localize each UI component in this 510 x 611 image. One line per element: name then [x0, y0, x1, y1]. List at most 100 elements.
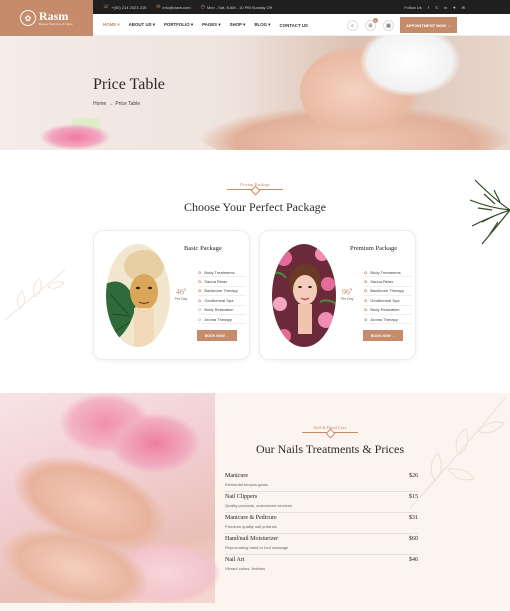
- package-name: Basic Package: [184, 245, 222, 252]
- cart-button[interactable]: ⊞ 0: [365, 18, 378, 31]
- feature-item: ✿ Sauna Relax: [364, 277, 412, 287]
- phone-contact[interactable]: ☏ +(00) 214 2023 215: [103, 4, 146, 10]
- feature-label: Aroma Therapy: [370, 316, 398, 322]
- contact-info: ☏ +(00) 214 2023 215 ✉ info@rasm.com ◷ Mon …: [103, 0, 272, 14]
- feature-label: Backbone Therapy: [370, 288, 404, 294]
- menu-grid-button[interactable]: ▦: [383, 20, 394, 31]
- feature-label: Geothermal Spa: [204, 297, 234, 303]
- nav-label: PORTFOLIO: [164, 22, 190, 27]
- ornament-divider: [227, 189, 283, 190]
- search-button[interactable]: ⌕: [347, 20, 358, 31]
- basic-package-photo: [106, 244, 170, 347]
- pinterest-icon[interactable]: ♥: [453, 5, 455, 10]
- phone-text: +(00) 214 2023 215: [111, 4, 147, 10]
- book-now-button[interactable]: BOOK NOW →: [363, 330, 403, 341]
- search-icon: ⌕: [351, 22, 354, 29]
- hero-lotus-shape: [40, 124, 110, 150]
- pricing-card-premium: Premium Package 96$ Per Day ✿ Body Treatm…: [259, 230, 416, 360]
- treatment-desc: Quality products, customized services: [225, 503, 293, 508]
- nav-item-contact[interactable]: CONTACT US: [279, 23, 307, 28]
- feature-label: Backbone Therapy: [204, 288, 238, 294]
- feature-label: Body Treatments: [204, 269, 235, 275]
- price-list-item: Nail Clippers Quality products, customiz…: [225, 492, 418, 513]
- price-value: 46: [176, 287, 184, 297]
- premium-package-photo: [272, 244, 336, 347]
- lotus-bullet-icon: ✿: [364, 297, 368, 303]
- price-list-item: Manicure & Pedicure Premium quality nail…: [225, 513, 418, 534]
- feature-label: Geothermal Spa: [370, 297, 400, 303]
- email-contact[interactable]: ✉ info@rasm.com: [156, 4, 190, 10]
- price-currency: $: [350, 287, 352, 292]
- price-list-item: Hand/nail Moisturizer Rejuvenating hand …: [225, 534, 418, 555]
- nav-item-about[interactable]: ABOUT US ▾: [129, 22, 155, 28]
- package-name: Premium Package: [350, 245, 398, 252]
- book-now-button[interactable]: BOOK NOW →: [197, 330, 237, 341]
- nav-item-shop[interactable]: SHOP ▾: [230, 22, 246, 28]
- nails-title: Our Nails Treatments & Prices: [256, 442, 404, 456]
- email-text: info@rasm.com: [162, 4, 191, 10]
- nav-label: ABOUT US: [128, 22, 152, 27]
- lotus-bullet-icon: ✿: [364, 316, 368, 322]
- feature-list: ✿ Body Treatments ✿ Sauna Relax ✿ Backbone …: [198, 268, 246, 325]
- site-logo[interactable]: ✿ Rasm Beauty Spa Care & Salon: [0, 0, 93, 36]
- hours-info: ◷ Mon - Sat, 8 AM - 10 PM Sunday Off: [201, 4, 272, 10]
- nav-label: BLOG: [254, 22, 268, 27]
- feature-item: ✿ Body Relaxation: [198, 306, 246, 315]
- treatment-name: Manicure: [225, 473, 248, 479]
- breadcrumb-home[interactable]: Home: [93, 101, 106, 107]
- feature-item: ✿ Body Treatments: [364, 268, 412, 278]
- page-title: Price Table: [93, 76, 165, 93]
- price-period: Per Day: [340, 296, 354, 301]
- ornament-divider: [302, 432, 358, 433]
- nav-label: SHOP: [229, 22, 242, 27]
- feature-label: Sauna Relax: [204, 279, 228, 285]
- feature-item: ✿ Sauna Relax: [198, 277, 246, 287]
- nav-item-home[interactable]: HOME ▾: [103, 22, 120, 28]
- feature-list: ✿ Body Treatments ✿ Sauna Relax ✿ Backbone …: [364, 268, 412, 325]
- nav-item-portfolio[interactable]: PORTFOLIO ▾: [164, 22, 193, 28]
- treatment-price: $46: [409, 557, 418, 563]
- nav-label: CONTACT US: [279, 22, 308, 28]
- nav-label: HOME: [103, 22, 117, 27]
- linkedin-icon[interactable]: in: [444, 5, 447, 10]
- social-links: Follow Us f 𝕏 in ♥ ✉: [404, 0, 465, 14]
- flower-shape: [110, 413, 200, 473]
- price-currency: $: [184, 287, 186, 292]
- treatment-price: $60: [409, 536, 418, 542]
- lotus-bullet-icon: ✿: [198, 279, 202, 285]
- lotus-bullet-icon: ✿: [198, 288, 202, 294]
- lotus-bullet-icon: ✿: [198, 269, 202, 275]
- feature-label: Body Relaxation: [204, 307, 234, 313]
- appointment-button[interactable]: APPOINTMENT NOW →: [400, 17, 457, 33]
- price-list-item: Nail Art Vibrant colors, finishes $46: [225, 555, 418, 576]
- feature-item: ✿ Backbone Therapy: [198, 287, 246, 297]
- lotus-bullet-icon: ✿: [198, 316, 202, 322]
- logo-name: Rasm: [39, 9, 69, 23]
- mail-social-icon[interactable]: ✉: [462, 5, 465, 10]
- nav-item-pages[interactable]: PAGES ▾: [202, 22, 220, 28]
- facebook-icon[interactable]: f: [428, 5, 429, 10]
- feature-label: Body Relaxation: [370, 307, 400, 313]
- treatment-desc: Vibrant colors, finishes: [225, 566, 266, 571]
- treatment-name: Nail Clippers: [225, 494, 258, 500]
- lotus-bullet-icon: ✿: [198, 297, 202, 303]
- treatment-price: $15: [409, 494, 418, 500]
- treatment-name: Manicure & Pedicure: [225, 515, 277, 521]
- pricing-card-basic: Basic Package 46$ Per Day ✿ Body Treatmen…: [93, 230, 250, 360]
- nails-section: Nail & Hand Care Our Nails Treatments & …: [0, 393, 510, 611]
- cart-count-badge: 0: [373, 18, 378, 23]
- feature-item: ✿ Geothermal Spa: [198, 296, 246, 306]
- feature-item: ✿ Body Relaxation: [364, 306, 412, 315]
- feature-label: Body Treatments: [370, 269, 401, 275]
- lotus-bullet-icon: ✿: [364, 269, 368, 275]
- twitter-icon[interactable]: 𝕏: [435, 5, 438, 10]
- breadcrumb-arrow-icon: →: [108, 101, 114, 107]
- price-list-item: Manicure Elemental tempus gelas $26: [225, 471, 418, 492]
- feature-label: Aroma Therapy: [204, 316, 232, 322]
- nav-item-blog[interactable]: BLOG ▾: [254, 22, 270, 28]
- nails-price-list: Manicure Elemental tempus gelas $26 Nail…: [225, 471, 418, 576]
- treatment-desc: Elemental tempus gelas: [225, 482, 268, 487]
- feature-label: Sauna Relax: [370, 279, 394, 285]
- feature-item: ✿ Aroma Therapy: [364, 315, 412, 325]
- main-nav: HOME ▾ ABOUT US ▾ PORTFOLIO ▾ PAGES ▾ SH…: [93, 14, 510, 36]
